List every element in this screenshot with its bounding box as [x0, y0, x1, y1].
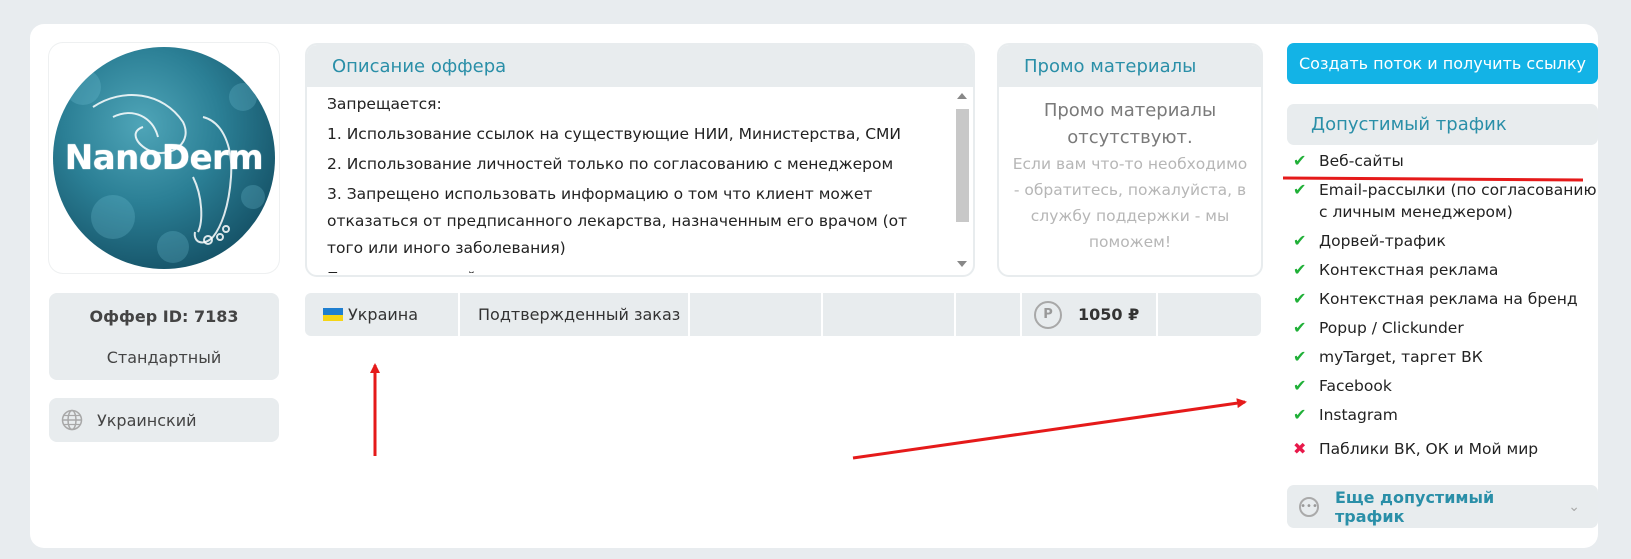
traffic-item-label: Дорвей-трафик [1319, 232, 1446, 250]
description-line: 1. Использование ссылок на существующие … [327, 125, 902, 143]
description-header: Описание оффера [307, 45, 973, 87]
scrollbar-thumb[interactable] [956, 109, 969, 222]
empty-cell [1158, 293, 1261, 336]
checkmark-icon: ✔ [1293, 376, 1307, 395]
traffic-header: Допустимый трафик [1287, 104, 1598, 145]
traffic-item-label: myTarget, таргет ВК [1319, 348, 1483, 366]
geo-country: Украина [348, 305, 419, 324]
offer-type: Стандартный [106, 347, 222, 367]
traffic-item-label: Popup / Clickunder [1319, 319, 1464, 337]
coin-icon: Р [1034, 300, 1062, 329]
target-action: Подтвержденный заказ [478, 305, 681, 324]
logo-circle: NanoDerm [53, 47, 275, 269]
traffic-item-allowed: ✔ Popup / Clickunder [1293, 317, 1598, 339]
language-label: Украинский [97, 410, 197, 430]
traffic-item-allowed: ✔ Instagram [1293, 404, 1598, 426]
empty-cell [823, 293, 956, 336]
traffic-item-allowed: ✔ Email-рассылки (по согласованию с личны… [1293, 179, 1598, 223]
description-line: Запрещается: [327, 95, 442, 113]
empty-cell [956, 293, 1022, 336]
geo-cell: Украина [305, 293, 460, 336]
more-traffic-toggle[interactable]: ••• Еще допустимый трафик ⌄ [1287, 485, 1598, 528]
promo-panel: Промо материалы Промо материалы отсутств… [997, 43, 1263, 277]
promo-header: Промо материалы [999, 45, 1261, 87]
description-panel: Описание оффера Запрещается: 1. Использо… [305, 43, 975, 277]
geo-payout-row: Украина Подтвержденный заказ Р 1050 ₽ [305, 293, 1261, 336]
checkmark-icon: ✔ [1293, 151, 1307, 170]
traffic-item-label: Email-рассылки (по согласованию с личным… [1319, 181, 1597, 221]
description-title: Описание оффера [332, 55, 507, 77]
offer-logo: NanoDerm [49, 43, 279, 273]
checkmark-icon: ✔ [1293, 405, 1307, 424]
description-scroll-area[interactable]: Запрещается: 1. Использование ссылок на … [307, 87, 973, 273]
create-flow-button[interactable]: Создать поток и получить ссылку [1287, 43, 1598, 84]
checkmark-icon: ✔ [1293, 260, 1307, 279]
traffic-item-allowed: ✔ Веб-сайты [1293, 150, 1598, 172]
traffic-item-allowed: ✔ Дорвей-трафик [1293, 230, 1598, 252]
traffic-item-label: Instagram [1319, 406, 1398, 424]
ukraine-flag-icon [323, 308, 343, 321]
scroll-down-arrow-icon[interactable] [957, 261, 967, 267]
language-box: Украинский [49, 398, 279, 442]
chevron-down-icon: ⌄ [1568, 498, 1580, 515]
description-line: 3. Запрещено использовать информацию о т… [327, 185, 908, 257]
ellipsis-icon: ••• [1299, 496, 1319, 517]
globe-icon [61, 409, 83, 431]
traffic-list: ✔ Веб-сайты ✔ Email-рассылки (по согласова… [1293, 150, 1598, 467]
more-traffic-label: Еще допустимый трафик [1335, 487, 1495, 526]
payout-amount: 1050 ₽ [1078, 305, 1140, 324]
action-cell: Подтвержденный заказ [460, 293, 690, 336]
traffic-item-allowed: ✔ myTarget, таргет ВК [1293, 346, 1598, 368]
logo-text: NanoDerm [64, 138, 264, 178]
cross-icon: ✖ [1293, 439, 1307, 458]
checkmark-icon: ✔ [1293, 347, 1307, 366]
traffic-item-label: Контекстная реклама [1319, 261, 1499, 279]
scroll-up-arrow-icon[interactable] [957, 93, 967, 99]
traffic-item-allowed: ✔ Facebook [1293, 375, 1598, 397]
traffic-item-denied: ✖ Паблики ВК, ОК и Мой мир [1293, 438, 1598, 460]
traffic-item-label: Facebook [1319, 377, 1392, 395]
traffic-item-allowed: ✔ Контекстная реклама [1293, 259, 1598, 281]
traffic-title: Допустимый трафик [1311, 114, 1507, 135]
promo-support-hint: Если вам что-то необходимо - обратитесь,… [1012, 155, 1248, 251]
traffic-item-label: Веб-сайты [1319, 152, 1404, 170]
checkmark-icon: ✔ [1293, 180, 1307, 199]
traffic-item-allowed: ✔ Контекстная реклама на бренд [1293, 288, 1598, 310]
promo-empty-message: Промо материалы отсутствуют. [1043, 100, 1217, 148]
offer-id-box: Оффер ID: 7183 Стандартный [49, 293, 279, 380]
checkmark-icon: ✔ [1293, 231, 1307, 250]
description-scrollbar[interactable] [954, 93, 970, 267]
description-line: 2. Использование личностей только по сог… [327, 155, 894, 173]
checkmark-icon: ✔ [1293, 289, 1307, 308]
payout-cell: Р 1050 ₽ [1022, 293, 1158, 336]
description-line: Предоставленный продукт не является лека… [327, 265, 943, 273]
promo-title: Промо материалы [1024, 55, 1197, 77]
checkmark-icon: ✔ [1293, 318, 1307, 337]
traffic-item-label: Паблики ВК, ОК и Мой мир [1319, 440, 1539, 458]
traffic-item-label: Контекстная реклама на бренд [1319, 290, 1578, 308]
empty-cell [690, 293, 823, 336]
offer-id: Оффер ID: 7183 [89, 306, 239, 326]
